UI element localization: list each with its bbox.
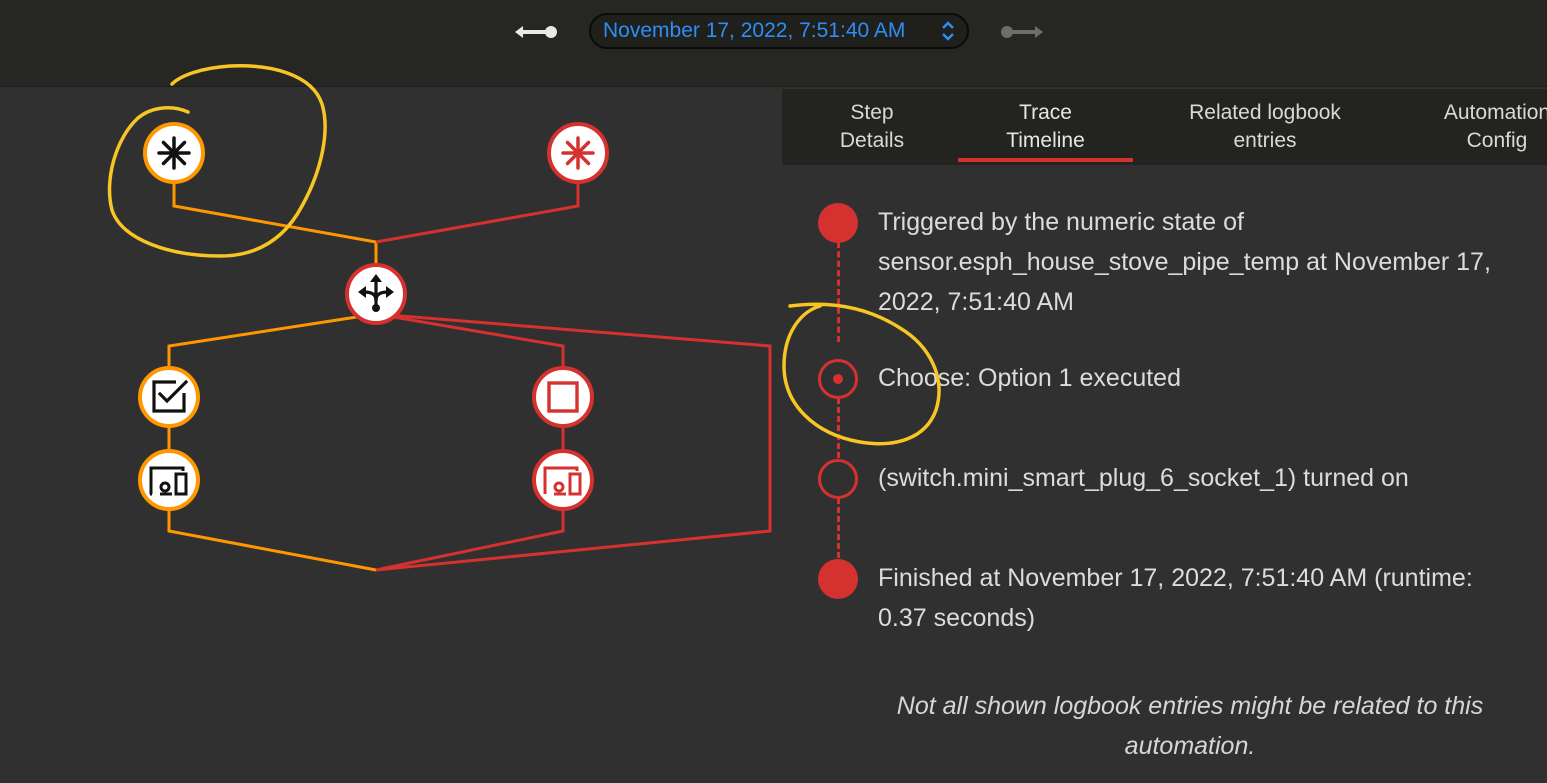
timeline-dot-choose xyxy=(818,359,858,399)
tab-trace-timeline[interactable]: Trace Timeline xyxy=(958,89,1133,165)
device-action-node-2[interactable] xyxy=(532,449,594,511)
top-bar: November 17, 2022, 7:51:40 AM xyxy=(0,0,1547,87)
timeline-connector xyxy=(837,242,840,342)
graph-edges xyxy=(167,180,772,572)
logbook-disclaimer: Not all shown logbook entries might be r… xyxy=(896,692,1484,760)
trace-datetime-value: November 17, 2022, 7:51:40 AM xyxy=(603,19,906,42)
choose-node[interactable] xyxy=(345,263,407,325)
active-tab-indicator xyxy=(958,158,1133,162)
trace-graph xyxy=(138,122,772,572)
arrow-right-icon xyxy=(1001,26,1043,38)
tab-related-logbook-entries[interactable]: Related logbook entries xyxy=(1160,89,1370,165)
trace-timeline: Triggered by the numeric state of sensor… xyxy=(800,180,1547,650)
timeline-item-finished: Finished at November 17, 2022, 7:51:40 A… xyxy=(878,564,1473,632)
condition-node-unchecked[interactable] xyxy=(532,366,594,428)
tab-step-details[interactable]: Step Details xyxy=(802,89,942,165)
trace-tabs: Step Details Trace Timeline Related logb… xyxy=(782,89,1547,165)
timeline-connector xyxy=(837,498,840,558)
tab-automation-config[interactable]: Automation Config xyxy=(1422,89,1547,165)
timeline-connector xyxy=(837,398,840,458)
timeline-dot-trigger xyxy=(818,203,858,243)
chevron-up-down-icon xyxy=(942,21,954,41)
device-action-node-1[interactable] xyxy=(138,449,200,511)
timeline-item-trigger: Triggered by the numeric state of sensor… xyxy=(878,208,1491,316)
trigger-node-1[interactable] xyxy=(143,122,205,184)
timeline-dot-action xyxy=(818,459,858,499)
trigger-node-2[interactable] xyxy=(547,122,609,184)
arrow-left-icon xyxy=(515,26,557,38)
previous-trace-button[interactable] xyxy=(512,18,560,46)
asterisk-icon xyxy=(561,136,595,170)
timeline-dot-finished xyxy=(818,559,858,599)
timeline-item-choose: Choose: Option 1 executed xyxy=(878,364,1181,392)
asterisk-icon xyxy=(157,136,191,170)
next-trace-button[interactable] xyxy=(998,18,1046,46)
condition-node-checked[interactable] xyxy=(138,366,200,428)
trace-datetime-select[interactable]: November 17, 2022, 7:51:40 AM xyxy=(589,13,969,49)
timeline-item-action: (switch.mini_smart_plug_6_socket_1) turn… xyxy=(878,464,1409,492)
